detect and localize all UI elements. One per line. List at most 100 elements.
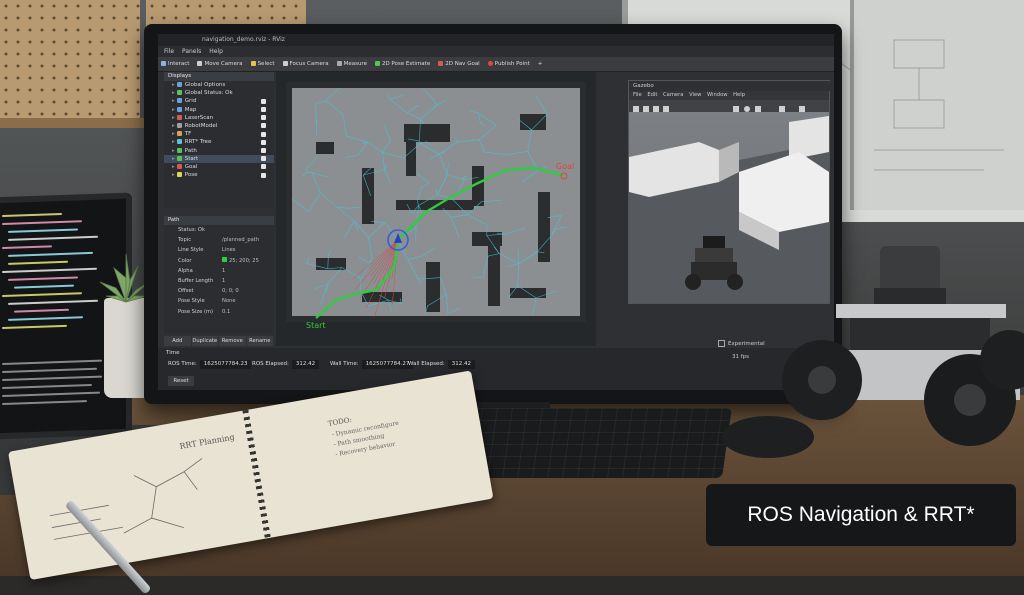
enabled-checkbox[interactable]: [261, 173, 266, 178]
nav-goal-tool[interactable]: 2D Nav Goal: [435, 60, 483, 68]
whiteboard-right: [850, 0, 1024, 210]
property-row[interactable]: Line StyleLines: [164, 245, 274, 255]
wall-elapsed-field: Wall Elapsed:312.42: [408, 360, 475, 369]
property-row[interactable]: Offset0; 0; 0: [164, 286, 274, 296]
select-tool[interactable]: Select: [248, 60, 278, 68]
remove-button[interactable]: Remove: [219, 336, 246, 346]
property-row[interactable]: Pose StyleNone: [164, 296, 274, 306]
property-value[interactable]: 1: [222, 266, 225, 276]
duplicate-button[interactable]: Duplicate: [192, 336, 219, 346]
display-item-label: Pose: [185, 172, 198, 178]
enabled-checkbox[interactable]: [261, 115, 266, 120]
rename-button[interactable]: Rename: [247, 336, 274, 346]
property-value[interactable]: None: [222, 296, 236, 306]
start-label: Start: [306, 321, 326, 330]
gazebo-menu-camera[interactable]: Camera: [663, 92, 683, 98]
goal-label: Goal: [556, 162, 574, 171]
display-item[interactable]: ▸Goal: [164, 163, 274, 171]
expand-arrow-icon[interactable]: ▸: [172, 82, 175, 88]
todo-title: TODO:: [327, 416, 352, 428]
toolbar-plus-icon[interactable]: +: [535, 60, 546, 68]
gazebo-toolbar: [629, 100, 829, 112]
enabled-checkbox[interactable]: [261, 123, 266, 128]
display-item-label: Grid: [185, 98, 197, 104]
expand-arrow-icon[interactable]: ▸: [172, 123, 175, 129]
display-item[interactable]: ▸Start: [164, 155, 274, 163]
display-item-label: Global Status: Ok: [185, 90, 233, 96]
experimental-checkbox[interactable]: Experimental: [718, 340, 765, 347]
gazebo-menu-view[interactable]: View: [689, 92, 701, 98]
map-view[interactable]: Start Goal: [276, 72, 596, 346]
display-item[interactable]: ▸ Grid: [164, 97, 274, 105]
property-value[interactable]: 0; 0; 0: [222, 286, 239, 296]
gazebo-menu-window[interactable]: Window: [707, 92, 727, 98]
pose-estimate-tool[interactable]: 2D Pose Estimate: [372, 60, 433, 68]
property-row[interactable]: Topic/planned_path: [164, 235, 274, 245]
expand-arrow-icon[interactable]: ▸: [172, 131, 175, 137]
display-type-icon: [177, 90, 182, 95]
property-key: Color: [164, 256, 222, 266]
property-key: Alpha: [164, 266, 222, 276]
expand-arrow-icon[interactable]: ▸: [172, 164, 175, 170]
display-item[interactable]: ▸ Path: [164, 147, 274, 155]
wall-time-field: Wall Time:1625077784.27: [330, 360, 413, 369]
select-icon: [251, 61, 256, 66]
move-camera-tool[interactable]: Move Camera: [194, 60, 245, 68]
enabled-checkbox[interactable]: [261, 107, 266, 112]
display-item[interactable]: ▸LaserScan: [164, 114, 274, 122]
property-row[interactable]: Color25; 200; 25: [164, 256, 274, 266]
enabled-checkbox[interactable]: [261, 164, 266, 169]
display-item-label: RRT* Tree: [185, 139, 212, 145]
display-item[interactable]: ▸TF: [164, 130, 274, 138]
display-item-label: Map: [185, 107, 197, 113]
notebook-spine: [242, 410, 270, 539]
display-item[interactable]: ▸RobotModel: [164, 122, 274, 130]
property-row[interactable]: Status: Ok: [164, 225, 274, 235]
display-type-icon: [177, 131, 182, 136]
property-value[interactable]: Lines: [222, 245, 236, 255]
reset-button[interactable]: Reset: [168, 376, 194, 386]
focus-camera-tool[interactable]: Focus Camera: [280, 60, 332, 68]
display-item[interactable]: ▸Global Options: [164, 81, 274, 89]
enabled-checkbox[interactable]: [261, 140, 266, 145]
property-value[interactable]: 25; 200; 25: [222, 256, 259, 266]
property-row[interactable]: Alpha1: [164, 266, 274, 276]
properties-title: Path: [164, 216, 274, 225]
menu-help[interactable]: Help: [209, 48, 223, 55]
enabled-checkbox[interactable]: [261, 148, 266, 153]
display-type-icon: [177, 123, 182, 128]
display-item-label: Path: [185, 148, 197, 154]
add-button[interactable]: Add: [164, 336, 191, 346]
display-type-icon: [177, 164, 182, 169]
display-item[interactable]: ▸ RRT* Tree: [164, 138, 274, 146]
display-item[interactable]: ▸ Map: [164, 106, 274, 114]
gazebo-menu-file[interactable]: File: [633, 92, 642, 98]
menu-panels[interactable]: Panels: [182, 48, 201, 55]
expand-arrow-icon[interactable]: ▸: [172, 98, 175, 104]
expand-arrow-icon[interactable]: ▸: [172, 139, 175, 145]
expand-arrow-icon[interactable]: ▸: [172, 107, 175, 113]
property-value[interactable]: 0.1: [222, 307, 230, 317]
property-value[interactable]: 1: [222, 276, 225, 286]
measure-tool[interactable]: Measure: [334, 60, 370, 68]
pose-estimate-icon: [375, 61, 380, 66]
display-item[interactable]: ▸ Global Status: Ok: [164, 89, 274, 97]
gazebo-menu-help[interactable]: Help: [733, 92, 745, 98]
enabled-checkbox[interactable]: [261, 156, 266, 161]
display-item[interactable]: ▸ Pose: [164, 171, 274, 179]
expand-arrow-icon[interactable]: ▸: [172, 172, 175, 178]
property-value[interactable]: /planned_path: [222, 235, 259, 245]
enabled-checkbox[interactable]: [261, 132, 266, 137]
expand-arrow-icon[interactable]: ▸: [172, 148, 175, 154]
checkbox-icon: [718, 340, 725, 347]
gazebo-menu-edit[interactable]: Edit: [647, 92, 657, 98]
interact-tool[interactable]: Interact: [158, 60, 192, 68]
expand-arrow-icon[interactable]: ▸: [172, 115, 175, 121]
property-row[interactable]: Pose Size (m)0.1: [164, 307, 274, 317]
expand-arrow-icon[interactable]: ▸: [172, 156, 175, 162]
publish-point-tool[interactable]: Publish Point: [485, 60, 533, 68]
enabled-checkbox[interactable]: [261, 99, 266, 104]
menu-file[interactable]: File: [164, 48, 174, 55]
property-row[interactable]: Buffer Length1: [164, 276, 274, 286]
expand-arrow-icon[interactable]: ▸: [172, 90, 175, 96]
